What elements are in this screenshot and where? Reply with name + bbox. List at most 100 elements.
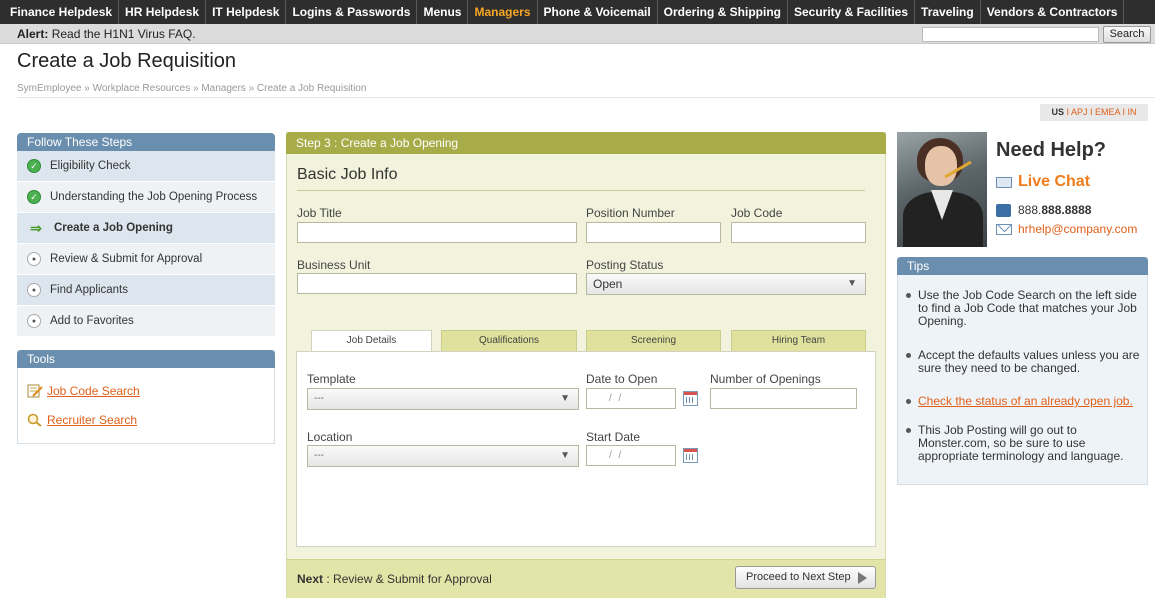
divider	[297, 190, 865, 191]
calendar-icon[interactable]	[683, 391, 698, 406]
start-date-label: Start Date	[586, 430, 641, 444]
next-step-name: : Review & Submit for Approval	[326, 572, 492, 586]
region-apj[interactable]: APJ	[1071, 107, 1088, 117]
tab-hiring-team[interactable]: Hiring Team	[731, 330, 866, 352]
tips-header: Tips	[897, 257, 1148, 275]
magnifier-icon	[27, 413, 42, 427]
job-code-input[interactable]	[731, 222, 866, 243]
support-agent-photo	[897, 132, 987, 247]
position-number-label: Position Number	[586, 206, 675, 220]
step-label: Understanding the Job Opening Process	[50, 191, 258, 203]
proceed-next-step-button[interactable]: Proceed to Next Step	[735, 566, 876, 589]
job-code-label: Job Code	[731, 206, 783, 220]
pending-icon: ●	[27, 252, 41, 266]
breadcrumb[interactable]: SymEmployee » Workplace Resources » Mana…	[17, 80, 1155, 98]
region-us[interactable]: US	[1051, 107, 1064, 117]
nav-vendors-contractors[interactable]: Vendors & Contractors	[981, 0, 1125, 24]
phone-prefix: 888.	[1018, 203, 1042, 217]
location-value: ---	[314, 450, 324, 461]
template-select[interactable]: --- ▼	[307, 388, 579, 410]
number-of-openings-input[interactable]	[710, 388, 857, 409]
number-of-openings-label: Number of Openings	[710, 372, 821, 386]
step-label: Eligibility Check	[50, 160, 131, 172]
email-link[interactable]: hrhelp@company.com	[996, 222, 1137, 236]
page-title: Create a Job Requisition	[17, 50, 237, 72]
region-emea[interactable]: EMEA	[1095, 107, 1120, 117]
job-title-label: Job Title	[297, 206, 342, 220]
nav-menus[interactable]: Menus	[417, 0, 469, 24]
job-title-input[interactable]	[297, 222, 577, 243]
need-help-title: Need Help?	[996, 139, 1107, 161]
top-nav: Finance Helpdesk HR Helpdesk IT Helpdesk…	[0, 0, 1155, 24]
posting-status-label: Posting Status	[586, 258, 664, 272]
tip-item: Check the status of an already open job.	[906, 395, 1144, 408]
edit-document-icon	[27, 384, 43, 398]
step-label: Add to Favorites	[50, 315, 134, 327]
tab-qualifications[interactable]: Qualifications	[441, 330, 577, 352]
nav-it-helpdesk[interactable]: IT Helpdesk	[206, 0, 287, 24]
nav-finance-helpdesk[interactable]: Finance Helpdesk	[0, 0, 120, 24]
nav-ordering-shipping[interactable]: Ordering & Shipping	[658, 0, 788, 24]
posting-status-value: Open	[593, 277, 623, 291]
step-label: Find Applicants	[50, 284, 128, 296]
tools-header: Tools	[17, 350, 275, 368]
next-label: Next	[297, 572, 324, 586]
step-understanding-process[interactable]: ✓ Understanding the Job Opening Process	[17, 182, 275, 213]
chevron-down-icon: ▼	[560, 393, 570, 404]
section-title: Basic Job Info	[297, 166, 398, 183]
tip-item: Use the Job Code Search on the left side…	[906, 289, 1144, 328]
phone-icon	[996, 203, 1011, 217]
alert-message[interactable]: Alert: Read the H1N1 Virus FAQ.	[17, 27, 196, 41]
nav-security-facilities[interactable]: Security & Facilities	[788, 0, 916, 24]
mail-icon	[996, 223, 1012, 235]
chevron-down-icon: ▼	[847, 278, 857, 289]
date-to-open-input[interactable]: / /	[586, 388, 676, 409]
tips-panel: Tips Use the Job Code Search on the left…	[897, 257, 1148, 485]
template-label: Template	[307, 372, 356, 386]
location-label: Location	[307, 430, 353, 444]
posting-status-select[interactable]: Open ▼	[586, 273, 866, 295]
tools-panel: Tools Job Code Search Recruiter Search	[17, 350, 275, 444]
chevron-down-icon: ▼	[560, 450, 570, 461]
position-number-input[interactable]	[586, 222, 721, 243]
tab-panel: Template --- ▼ Date to Open / / Number o…	[296, 351, 876, 547]
search-button[interactable]: Search	[1103, 26, 1151, 43]
step-add-to-favorites[interactable]: ● Add to Favorites	[17, 306, 275, 337]
step-eligibility-check[interactable]: ✓ Eligibility Check	[17, 151, 275, 182]
form-footer: Next : Review & Submit for Approval Proc…	[287, 559, 885, 598]
steps-panel: Follow These Steps ✓ Eligibility Check ✓…	[17, 133, 275, 337]
chat-icon	[996, 176, 1012, 188]
tab-screening[interactable]: Screening	[586, 330, 721, 352]
nav-managers[interactable]: Managers	[468, 0, 538, 24]
step-find-applicants[interactable]: ● Find Applicants	[17, 275, 275, 306]
step-create-job-opening[interactable]: ⇒ Create a Job Opening	[17, 213, 275, 244]
live-chat-link[interactable]: Live Chat	[996, 173, 1090, 191]
step-review-submit[interactable]: ● Review & Submit for Approval	[17, 244, 275, 275]
pending-icon: ●	[27, 314, 41, 328]
start-date-input[interactable]: / /	[586, 445, 676, 466]
nav-hr-helpdesk[interactable]: HR Helpdesk	[119, 0, 207, 24]
nav-logins-passwords[interactable]: Logins & Passwords	[286, 0, 418, 24]
template-value: ---	[314, 393, 324, 404]
arrow-right-icon: ⇒	[30, 219, 42, 236]
business-unit-input[interactable]	[297, 273, 577, 294]
step-label: Create a Job Opening	[54, 222, 173, 234]
alert-bar: Alert: Read the H1N1 Virus FAQ. Search	[0, 24, 1155, 44]
search-input[interactable]	[922, 27, 1099, 42]
region-in[interactable]: IN	[1128, 107, 1137, 117]
pending-icon: ●	[27, 283, 41, 297]
phone-number: 888. 888.8888	[996, 203, 1091, 217]
recruiter-search-link[interactable]: Recruiter Search	[27, 413, 137, 427]
job-code-search-link[interactable]: Job Code Search	[27, 384, 140, 398]
tip-item: This Job Posting will go out to Monster.…	[906, 424, 1144, 463]
calendar-icon[interactable]	[683, 448, 698, 463]
step-label: Review & Submit for Approval	[50, 253, 203, 265]
phone-rest: 888.8888	[1041, 203, 1092, 217]
tip-item: Accept the defaults values unless you ar…	[906, 349, 1144, 375]
nav-phone-voicemail[interactable]: Phone & Voicemail	[538, 0, 658, 24]
location-select[interactable]: --- ▼	[307, 445, 579, 467]
tab-job-details[interactable]: Job Details	[311, 330, 432, 353]
alert-label: Alert:	[17, 27, 49, 41]
nav-traveling[interactable]: Traveling	[915, 0, 981, 24]
check-status-link[interactable]: Check the status of an already open job	[918, 394, 1129, 408]
